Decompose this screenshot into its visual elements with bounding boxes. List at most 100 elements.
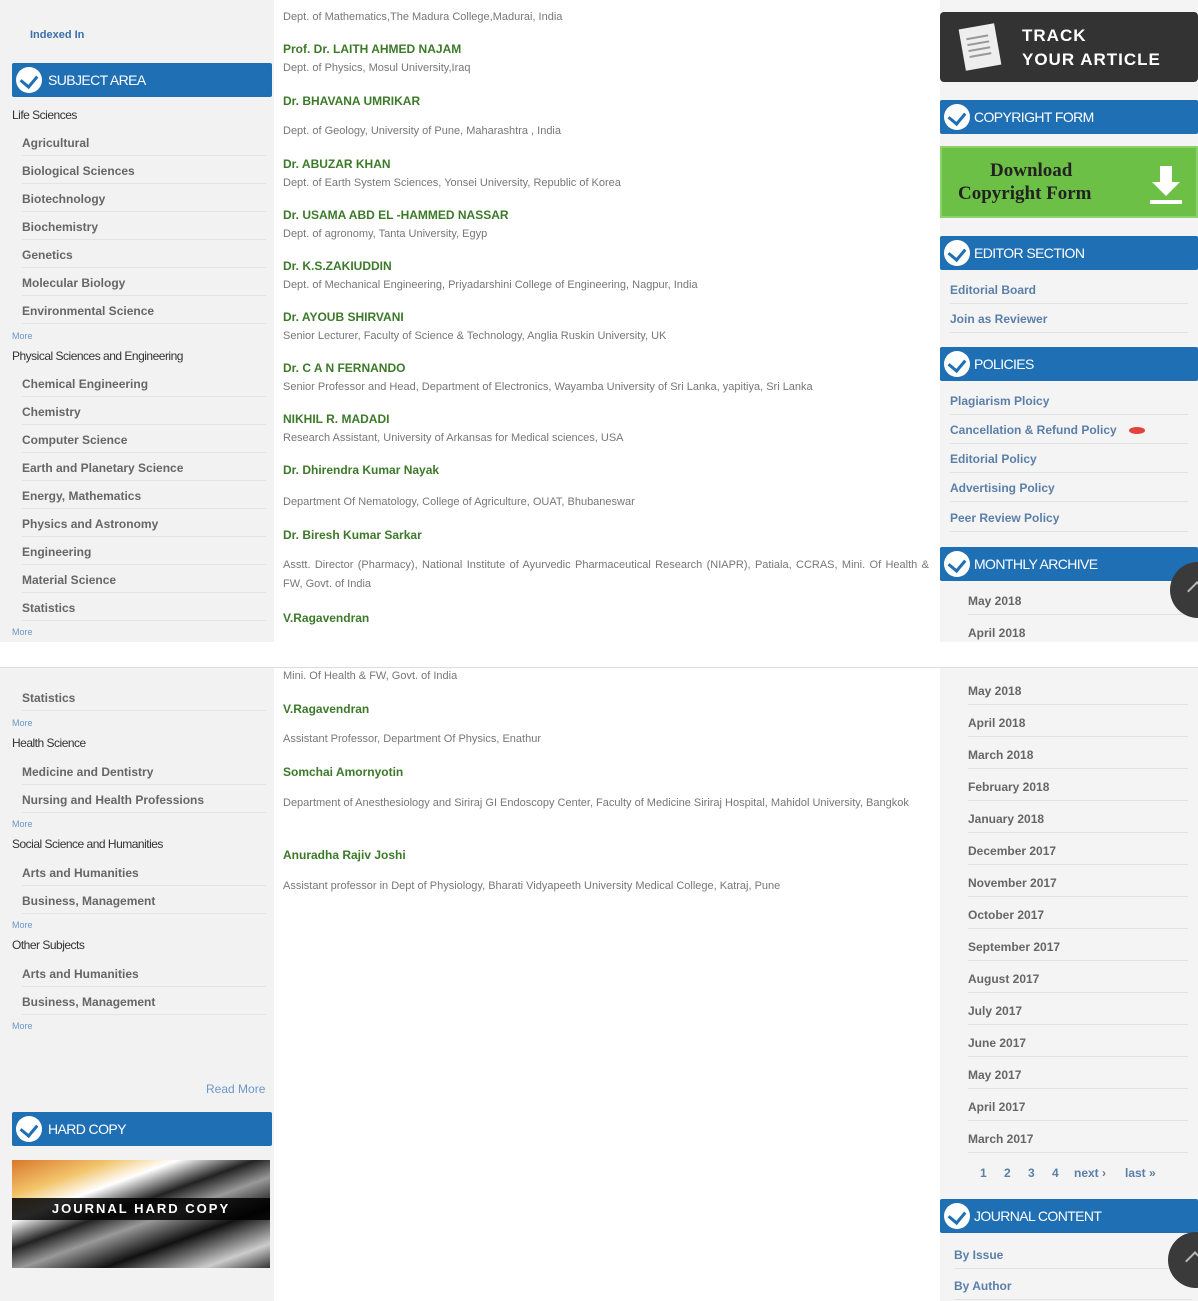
editor-section-header: EDITOR SECTION (940, 236, 1198, 270)
subject-item[interactable]: Biological Sciences (22, 164, 266, 184)
editor-affiliation: Senior Professor and Head, Department of… (283, 381, 813, 393)
editor-name: V.Ragavendran (283, 702, 370, 716)
editor-affiliation: Mini. Of Health & FW, Govt. of India (283, 670, 458, 682)
editor-affiliation: Dept. of Physics, Mosul University,Iraq (283, 62, 471, 74)
pager-page-4[interactable]: 4 (1052, 1166, 1059, 1180)
category-life-sciences[interactable]: Life Sciences (12, 108, 77, 122)
read-more-link[interactable]: Read More (206, 1082, 265, 1096)
by-issue-link[interactable]: By Issue (954, 1248, 1192, 1269)
download-label-line2: Copyright Form (958, 183, 1092, 204)
editor-name: Dr. BHAVANA UMRIKAR (283, 94, 421, 108)
subject-item[interactable]: Business, Management (22, 894, 266, 914)
archive-month-link[interactable]: October 2017 (968, 908, 1188, 929)
left-sidebar: Statistics More Health Science Medicine … (0, 668, 274, 1301)
policy-link[interactable]: Plagiarism Ploicy (950, 394, 1188, 415)
pager-page-2[interactable]: 2 (1004, 1166, 1011, 1180)
archive-month-link[interactable]: November 2017 (968, 876, 1188, 897)
category-other[interactable]: Other Subjects (12, 938, 85, 952)
download-copyright-form-button[interactable]: Download Copyright Form (940, 146, 1198, 218)
editor-affiliation: Dept. of Geology, University of Pune, Ma… (283, 125, 561, 137)
indexed-in-link[interactable]: Indexed In (30, 29, 84, 41)
copyright-form-header: COPYRIGHT FORM (940, 100, 1198, 134)
subject-item[interactable]: Chemistry (22, 405, 266, 425)
policy-link[interactable]: Advertising Policy (950, 481, 1188, 502)
editor-name: NIKHIL R. MADADI (283, 412, 390, 426)
archive-month-link[interactable]: March 2017 (968, 1132, 1188, 1153)
editor-affiliation: Assistant professor in Dept of Physiolog… (283, 880, 781, 892)
editor-affiliation: Department of Anesthesiology and Siriraj… (283, 797, 909, 809)
category-physical[interactable]: Physical Sciences and Engineering (12, 349, 183, 363)
subject-item[interactable]: Statistics (22, 601, 266, 621)
subject-item[interactable]: Biotechnology (22, 192, 266, 212)
subject-item[interactable]: Physics and Astronomy (22, 517, 266, 537)
editor-section-title: EDITOR SECTION (974, 245, 1085, 261)
track-article-button[interactable]: TRACK YOUR ARTICLE (940, 12, 1198, 82)
editor-affiliation: Dept. of Earth System Sciences, Yonsei U… (283, 177, 621, 189)
archive-month-link[interactable]: April 2018 (968, 626, 1188, 642)
by-author-link[interactable]: By Author (954, 1279, 1192, 1300)
more-link[interactable]: More (12, 819, 33, 829)
screenshot-divider (0, 642, 1198, 667)
editor-affiliation: Dept. of agronomy, Tanta University, Egy… (283, 228, 488, 240)
pager-last[interactable]: last » (1125, 1166, 1156, 1180)
archive-month-link[interactable]: January 2018 (968, 812, 1188, 833)
track-label-line2: YOUR ARTICLE (1022, 50, 1161, 69)
subject-item[interactable]: Biochemistry (22, 220, 266, 240)
subject-item[interactable]: Energy, Mathematics (22, 489, 266, 509)
subject-item[interactable]: Chemical Engineering (22, 377, 266, 397)
archive-month-link[interactable]: June 2017 (968, 1036, 1188, 1057)
archive-month-link[interactable]: July 2017 (968, 1004, 1188, 1025)
category-health[interactable]: Health Science (12, 736, 86, 750)
hard-copy-banner-text: JOURNAL HARD COPY (12, 1198, 270, 1220)
journal-hard-copy-banner[interactable]: JOURNAL HARD COPY (12, 1160, 270, 1268)
pager-page-1[interactable]: 1 (980, 1166, 987, 1180)
more-link[interactable]: More (12, 331, 33, 341)
subject-item[interactable]: Arts and Humanities (22, 967, 266, 987)
archive-month-link[interactable]: February 2018 (968, 780, 1188, 801)
screenshot-top: Indexed In SUBJECT AREA Life Sciences Ag… (0, 0, 1198, 642)
subject-item[interactable]: Computer Science (22, 433, 266, 453)
check-circle-icon (944, 551, 970, 577)
more-link[interactable]: More (12, 718, 33, 728)
subject-area-header: SUBJECT AREA (12, 63, 272, 97)
editor-name: Dr. ABUZAR KHAN (283, 157, 391, 171)
subject-item[interactable]: Medicine and Dentistry (22, 765, 266, 785)
archive-month-link[interactable]: August 2017 (968, 972, 1188, 993)
subject-item[interactable]: Business, Management (22, 995, 266, 1015)
subject-item[interactable]: Engineering (22, 545, 266, 565)
editorial-board-link[interactable]: Editorial Board (950, 283, 1188, 304)
category-social[interactable]: Social Science and Humanities (12, 837, 163, 851)
subject-item[interactable]: Arts and Humanities (22, 866, 266, 886)
subject-item[interactable]: Material Science (22, 573, 266, 593)
archive-month-link[interactable]: April 2017 (968, 1100, 1188, 1121)
subject-item[interactable]: Environmental Science (22, 304, 266, 324)
pager-next[interactable]: next › (1074, 1166, 1106, 1180)
subject-item[interactable]: Genetics (22, 248, 266, 268)
subject-item[interactable]: Molecular Biology (22, 276, 266, 296)
archive-month-link[interactable]: December 2017 (968, 844, 1188, 865)
pager-page-3[interactable]: 3 (1028, 1166, 1035, 1180)
subject-item[interactable]: Statistics (22, 691, 266, 711)
policy-link[interactable]: Editorial Policy (950, 452, 1188, 473)
join-reviewer-link[interactable]: Join as Reviewer (950, 312, 1188, 333)
subject-item[interactable]: Nursing and Health Professions (22, 793, 266, 813)
archive-month-link[interactable]: March 2018 (968, 748, 1188, 769)
more-link[interactable]: More (12, 627, 33, 637)
download-label-line1: Download (990, 160, 1073, 181)
editor-name: Dr. Biresh Kumar Sarkar (283, 528, 422, 542)
more-link[interactable]: More (12, 1021, 33, 1031)
archive-month-link[interactable]: May 2018 (968, 594, 1188, 615)
archive-month-link[interactable]: September 2017 (968, 940, 1188, 961)
check-circle-icon (16, 67, 42, 93)
editor-affiliation: Asstt. Director (Pharmacy), National Ins… (283, 559, 929, 590)
right-sidebar: May 2018 April 2018 March 2018 February … (940, 668, 1198, 1301)
more-link[interactable]: More (12, 920, 33, 930)
archive-month-link[interactable]: May 2018 (968, 684, 1188, 705)
subject-item[interactable]: Agricultural (22, 136, 266, 156)
archive-month-link[interactable]: April 2018 (968, 716, 1188, 737)
policy-link-cancellation[interactable]: Cancellation & Refund Policy (950, 423, 1188, 444)
editorial-board-list: Mini. Of Health & FW, Govt. of India V.R… (283, 668, 933, 1301)
subject-item[interactable]: Earth and Planetary Science (22, 461, 266, 481)
archive-month-link[interactable]: May 2017 (968, 1068, 1188, 1089)
policy-link[interactable]: Peer Review Policy (950, 511, 1188, 532)
